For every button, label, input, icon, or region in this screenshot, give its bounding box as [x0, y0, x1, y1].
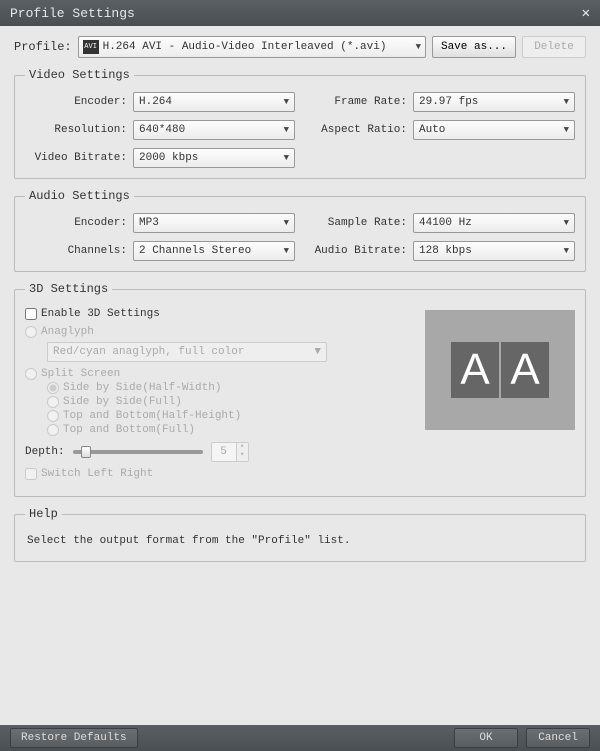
chevron-down-icon: ▼	[564, 97, 569, 107]
depth-row: Depth: 5 ▴ ▾	[25, 442, 415, 462]
chevron-down-icon: ▼	[284, 246, 289, 256]
chevron-down-icon: ▼	[564, 125, 569, 135]
video-legend: Video Settings	[25, 68, 134, 82]
sbs-half-radio: Side by Side(Half-Width)	[47, 382, 415, 394]
profile-row: Profile: AVI H.264 AVI - Audio-Video Int…	[14, 36, 586, 58]
depth-slider[interactable]	[73, 450, 203, 454]
audio-legend: Audio Settings	[25, 189, 134, 203]
3d-preview: A A	[425, 310, 575, 430]
framerate-select[interactable]: 29.97 fps▼	[413, 92, 575, 112]
chevron-down-icon: ▼	[284, 125, 289, 135]
avi-icon: AVI	[83, 40, 99, 54]
chevron-down-icon: ▼	[284, 97, 289, 107]
chevron-down-icon: ▼	[284, 218, 289, 228]
sbs-full-radio: Side by Side(Full)	[47, 396, 415, 408]
video-encoder-select[interactable]: H.264▼	[133, 92, 295, 112]
video-settings-group: Video Settings Encoder: H.264▼ Frame Rat…	[14, 68, 586, 179]
close-icon[interactable]: ✕	[582, 5, 590, 22]
anaglyph-select: Red/cyan anaglyph, full color▼	[47, 342, 327, 362]
split-screen-radio: Split Screen	[25, 368, 415, 380]
enable-3d-checkbox[interactable]: Enable 3D Settings	[25, 308, 415, 320]
help-text: Select the output format from the "Profi…	[25, 531, 575, 551]
audio-bitrate-select[interactable]: 128 kbps▼	[413, 241, 575, 261]
profile-label: Profile:	[14, 40, 72, 54]
chevron-down-icon: ▼	[416, 42, 421, 52]
audio-encoder-select[interactable]: MP3▼	[133, 213, 295, 233]
channels-select[interactable]: 2 Channels Stereo▼	[133, 241, 295, 261]
chevron-down-icon: ▼	[564, 246, 569, 256]
window-title: Profile Settings	[10, 6, 135, 21]
help-group: Help Select the output format from the "…	[14, 507, 586, 562]
resolution-label: Resolution:	[25, 124, 133, 136]
help-legend: Help	[25, 507, 62, 521]
anaglyph-radio: Anaglyph	[25, 326, 415, 338]
tb-half-radio: Top and Bottom(Half-Height)	[47, 410, 415, 422]
audio-bitrate-label: Audio Bitrate:	[305, 245, 413, 257]
samplerate-select[interactable]: 44100 Hz▼	[413, 213, 575, 233]
tb-full-radio: Top and Bottom(Full)	[47, 424, 415, 436]
profile-select[interactable]: AVI H.264 AVI - Audio-Video Interleaved …	[78, 36, 426, 58]
audio-encoder-label: Encoder:	[25, 217, 133, 229]
titlebar: Profile Settings ✕	[0, 0, 600, 26]
depth-label: Depth:	[25, 446, 65, 458]
switch-lr-checkbox: Switch Left Right	[25, 468, 415, 480]
preview-left-a: A	[451, 342, 499, 398]
restore-defaults-button[interactable]: Restore Defaults	[10, 728, 138, 748]
delete-button: Delete	[522, 36, 586, 58]
video-bitrate-select[interactable]: 2000 kbps▼	[133, 148, 295, 168]
preview-right-a: A	[501, 342, 549, 398]
aspect-select[interactable]: Auto▼	[413, 120, 575, 140]
content-area: Profile: AVI H.264 AVI - Audio-Video Int…	[0, 26, 600, 725]
channels-label: Channels:	[25, 245, 133, 257]
profile-value: H.264 AVI - Audio-Video Interleaved (*.a…	[103, 41, 412, 53]
ok-button[interactable]: OK	[454, 728, 518, 748]
slider-thumb[interactable]	[81, 446, 91, 458]
spinner-down-icon: ▾	[236, 452, 248, 461]
resolution-select[interactable]: 640*480▼	[133, 120, 295, 140]
3d-settings-group: 3D Settings Enable 3D Settings Anaglyph …	[14, 282, 586, 497]
chevron-down-icon: ▼	[564, 218, 569, 228]
3d-legend: 3D Settings	[25, 282, 112, 296]
chevron-down-icon: ▼	[284, 153, 289, 163]
aspect-label: Aspect Ratio:	[305, 124, 413, 136]
audio-settings-group: Audio Settings Encoder: MP3▼ Sample Rate…	[14, 189, 586, 272]
chevron-down-icon: ▼	[314, 346, 321, 358]
samplerate-label: Sample Rate:	[305, 217, 413, 229]
cancel-button[interactable]: Cancel	[526, 728, 590, 748]
video-encoder-label: Encoder:	[25, 96, 133, 108]
depth-spinner: 5 ▴ ▾	[211, 442, 249, 462]
footer: Restore Defaults OK Cancel	[0, 725, 600, 751]
save-as-button[interactable]: Save as...	[432, 36, 516, 58]
video-bitrate-label: Video Bitrate:	[25, 152, 133, 164]
framerate-label: Frame Rate:	[305, 96, 413, 108]
